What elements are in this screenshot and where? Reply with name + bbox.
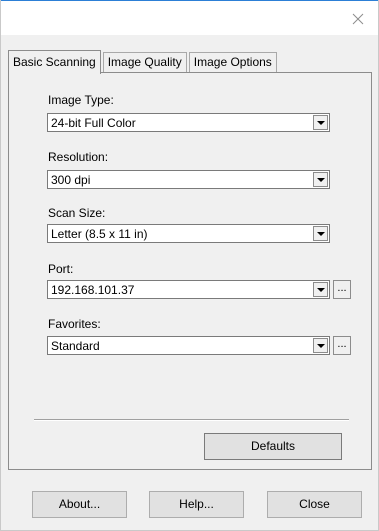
chevron-down-icon[interactable] [313,115,328,130]
image-type-select[interactable]: 24-bit Full Color [47,113,330,132]
scanner-settings-dialog: Basic Scanning Image Quality Image Optio… [0,0,379,531]
tab-image-options[interactable]: Image Options [188,52,277,73]
favorites-browse-button[interactable]: ... [333,336,351,355]
help-button[interactable]: Help... [149,491,244,518]
favorites-value: Standard [51,339,100,353]
port-label: Port: [48,262,74,276]
favorites-label: Favorites: [48,317,101,331]
resolution-label: Resolution: [48,150,109,164]
chevron-down-icon[interactable] [313,338,328,353]
scan-size-label: Scan Size: [48,206,106,220]
title-bar [1,1,378,35]
close-button[interactable]: Close [267,491,362,518]
port-value: 192.168.101.37 [51,283,135,297]
port-select[interactable]: 192.168.101.37 [47,280,330,299]
about-button[interactable]: About... [32,491,127,518]
chevron-down-icon[interactable] [313,226,328,241]
scan-size-value: Letter (8.5 x 11 in) [51,227,148,241]
image-type-label: Image Type: [48,93,114,107]
tab-basic-scanning[interactable]: Basic Scanning [8,50,101,74]
tab-image-quality[interactable]: Image Quality [102,52,187,73]
port-browse-button[interactable]: ... [333,280,351,299]
resolution-select[interactable]: 300 dpi [47,170,330,189]
chevron-down-icon[interactable] [313,172,328,187]
defaults-button[interactable]: Defaults [204,433,342,460]
scan-size-select[interactable]: Letter (8.5 x 11 in) [47,224,330,243]
image-type-value: 24-bit Full Color [51,116,136,130]
resolution-value: 300 dpi [51,173,91,187]
close-icon[interactable] [348,9,368,29]
chevron-down-icon[interactable] [313,282,328,297]
basic-scanning-panel: Image Type: 24-bit Full Color Resolution… [8,72,372,470]
favorites-select[interactable]: Standard [47,336,330,355]
tab-strip: Basic Scanning Image Quality Image Optio… [8,48,279,74]
panel-divider [34,419,349,421]
